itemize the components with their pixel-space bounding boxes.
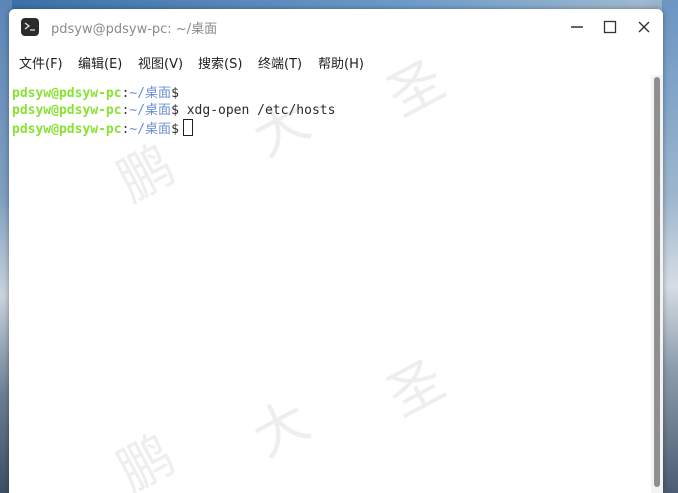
prompt-user-host: pdsyw@pdsyw-pc bbox=[12, 122, 122, 137]
menu-view[interactable]: 视图(V) bbox=[138, 53, 183, 72]
terminal-output-area[interactable]: 鹏 大 圣 鹏 大 圣 pdsyw@pdsyw-pc:~/桌面$ pdsyw@p… bbox=[9, 48, 651, 493]
menu-search[interactable]: 搜索(S) bbox=[198, 53, 242, 72]
close-button[interactable] bbox=[634, 17, 654, 37]
watermark-glyph: 大 bbox=[242, 388, 320, 469]
terminal-line: pdsyw@pdsyw-pc:~/桌面$ xdg-open /etc/hosts bbox=[12, 102, 335, 119]
menu-help[interactable]: 帮助(H) bbox=[318, 53, 364, 72]
menu-edit[interactable]: 编辑(E) bbox=[78, 53, 122, 72]
terminal-line: pdsyw@pdsyw-pc:~/桌面$ bbox=[12, 119, 193, 138]
window-title: pdsyw@pdsyw-pc: ~/桌面 bbox=[51, 22, 218, 37]
prompt-path: ~/桌面 bbox=[129, 103, 172, 118]
minimize-button[interactable] bbox=[567, 17, 587, 37]
terminal-window: pdsyw@pdsyw-pc: ~/桌面 文件(F) 编辑(E) 视图(V) 搜… bbox=[9, 9, 663, 493]
prompt-symbol: $ bbox=[171, 122, 179, 137]
watermark-glyph: 鹏 bbox=[107, 423, 185, 493]
watermark-glyph: 圣 bbox=[377, 348, 455, 429]
maximize-icon bbox=[603, 20, 617, 34]
terminal-line: pdsyw@pdsyw-pc:~/桌面$ bbox=[12, 85, 187, 102]
prompt-path: ~/桌面 bbox=[129, 122, 172, 137]
watermark-glyph: 圣 bbox=[377, 48, 455, 129]
watermark-glyph: 鹏 bbox=[107, 133, 185, 214]
maximize-button[interactable] bbox=[600, 17, 620, 37]
title-bar[interactable]: pdsyw@pdsyw-pc: ~/桌面 bbox=[9, 9, 663, 45]
text-cursor bbox=[182, 119, 193, 136]
desktop-wallpaper-right bbox=[662, 0, 678, 493]
prompt-symbol: $ bbox=[171, 103, 179, 118]
prompt-path: ~/桌面 bbox=[129, 86, 172, 101]
prompt-symbol: $ bbox=[171, 86, 179, 101]
scrollbar-thumb[interactable] bbox=[654, 77, 660, 487]
prompt-user-host: pdsyw@pdsyw-pc bbox=[12, 86, 122, 101]
vertical-scrollbar[interactable] bbox=[651, 75, 663, 493]
menu-bar: 文件(F) 编辑(E) 视图(V) 搜索(S) 终端(T) 帮助(H) bbox=[9, 49, 663, 75]
minimize-icon bbox=[571, 26, 583, 28]
menu-file[interactable]: 文件(F) bbox=[19, 53, 63, 72]
terminal-app-icon bbox=[21, 18, 39, 36]
close-icon bbox=[638, 21, 650, 33]
menu-terminal[interactable]: 终端(T) bbox=[258, 53, 302, 72]
prompt-user-host: pdsyw@pdsyw-pc bbox=[12, 103, 122, 118]
command-text: xdg-open /etc/hosts bbox=[186, 103, 336, 118]
